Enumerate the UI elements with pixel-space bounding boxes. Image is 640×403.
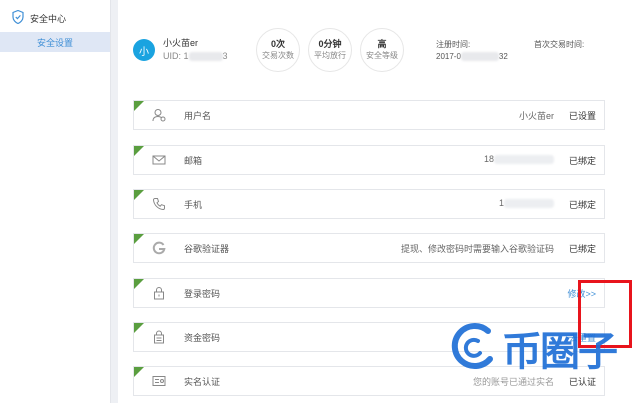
- google-icon: [152, 241, 166, 255]
- row-login-password: 登录密码 修改>>: [133, 278, 605, 308]
- first-trade-time: 首次交易时间:: [534, 39, 584, 51]
- phone-icon: [152, 197, 166, 211]
- stat-value: 高: [377, 39, 387, 49]
- corner-marker: [134, 146, 144, 156]
- stat-security-level: 高 安全等级: [360, 28, 404, 72]
- user-info: 小火苗er UID: 1 3: [163, 37, 228, 63]
- shield-icon: [12, 9, 24, 26]
- uid-redacted: [188, 52, 223, 62]
- stat-value: 0分钟: [318, 39, 342, 49]
- row-value: 1: [499, 198, 554, 209]
- registration-value: 2017-0 32: [436, 52, 508, 62]
- stat-value: 0次: [270, 39, 285, 49]
- corner-marker: [134, 101, 144, 111]
- row-status: 已绑定: [568, 244, 596, 254]
- row-phone: 手机 1 已绑定: [133, 189, 605, 219]
- uid-prefix: UID: 1: [163, 51, 189, 61]
- row-value: 小火苗er: [518, 111, 554, 121]
- lock-icon: [152, 330, 166, 344]
- row-status: 已设置: [568, 111, 596, 121]
- row-label: 资金密码: [184, 333, 221, 343]
- stat-label: 安全等级: [366, 51, 398, 60]
- sidebar: 安全中心 安全设置: [0, 0, 111, 403]
- row-label: 邮箱: [184, 156, 203, 166]
- user-icon: [152, 108, 166, 122]
- row-label: 谷歌验证器: [184, 244, 230, 254]
- row-google-auth: 谷歌验证器 提现、修改密码时需要输入谷歌验证码 已绑定: [133, 233, 605, 263]
- corner-marker: [134, 234, 144, 244]
- row-status: 已绑定: [568, 156, 596, 166]
- registration-label: 注册时间:: [436, 40, 471, 49]
- mail-icon: [152, 153, 166, 167]
- security-center-header[interactable]: 安全中心: [12, 9, 67, 26]
- corner-marker: [134, 279, 144, 289]
- first-trade-label: 首次交易时间:: [534, 40, 585, 49]
- corner-marker: [134, 367, 144, 377]
- row-username: 用户名 小火苗er 已设置: [133, 100, 605, 130]
- row-label: 实名认证: [184, 377, 221, 387]
- stat-trade-count: 0次 交易次数: [256, 28, 300, 72]
- row-value: 提现、修改密码时需要输入谷歌验证码: [400, 244, 554, 254]
- nickname: 小火苗er: [163, 38, 199, 48]
- stat-label: 平均放行: [314, 51, 346, 60]
- watermark: 币圈子: [448, 318, 618, 378]
- corner-marker: [134, 190, 144, 200]
- avatar[interactable]: 小: [133, 39, 155, 61]
- uid-line: UID: 1 3: [163, 50, 228, 63]
- row-value: 18: [484, 154, 554, 165]
- stat-label: 交易次数: [262, 51, 294, 60]
- stat-avg-release: 0分钟 平均放行: [308, 28, 352, 72]
- row-label: 登录密码: [184, 289, 221, 299]
- watermark-logo-icon: [448, 321, 500, 375]
- sidebar-item-security-settings[interactable]: 安全设置: [0, 32, 110, 52]
- row-status: 已绑定: [568, 200, 596, 210]
- watermark-text: 币圈子: [502, 329, 618, 375]
- profile-summary: 小 小火苗er UID: 1 3: [133, 30, 228, 70]
- uid-suffix: 3: [222, 51, 228, 61]
- row-label: 用户名: [184, 111, 212, 121]
- row-email: 邮箱 18 已绑定: [133, 145, 605, 175]
- security-center-title: 安全中心: [30, 13, 67, 24]
- row-label: 手机: [184, 200, 203, 210]
- lock-icon: [152, 286, 166, 300]
- id-card-icon: [152, 374, 166, 388]
- registration-time: 注册时间: 2017-0 32: [436, 39, 508, 63]
- corner-marker: [134, 323, 144, 333]
